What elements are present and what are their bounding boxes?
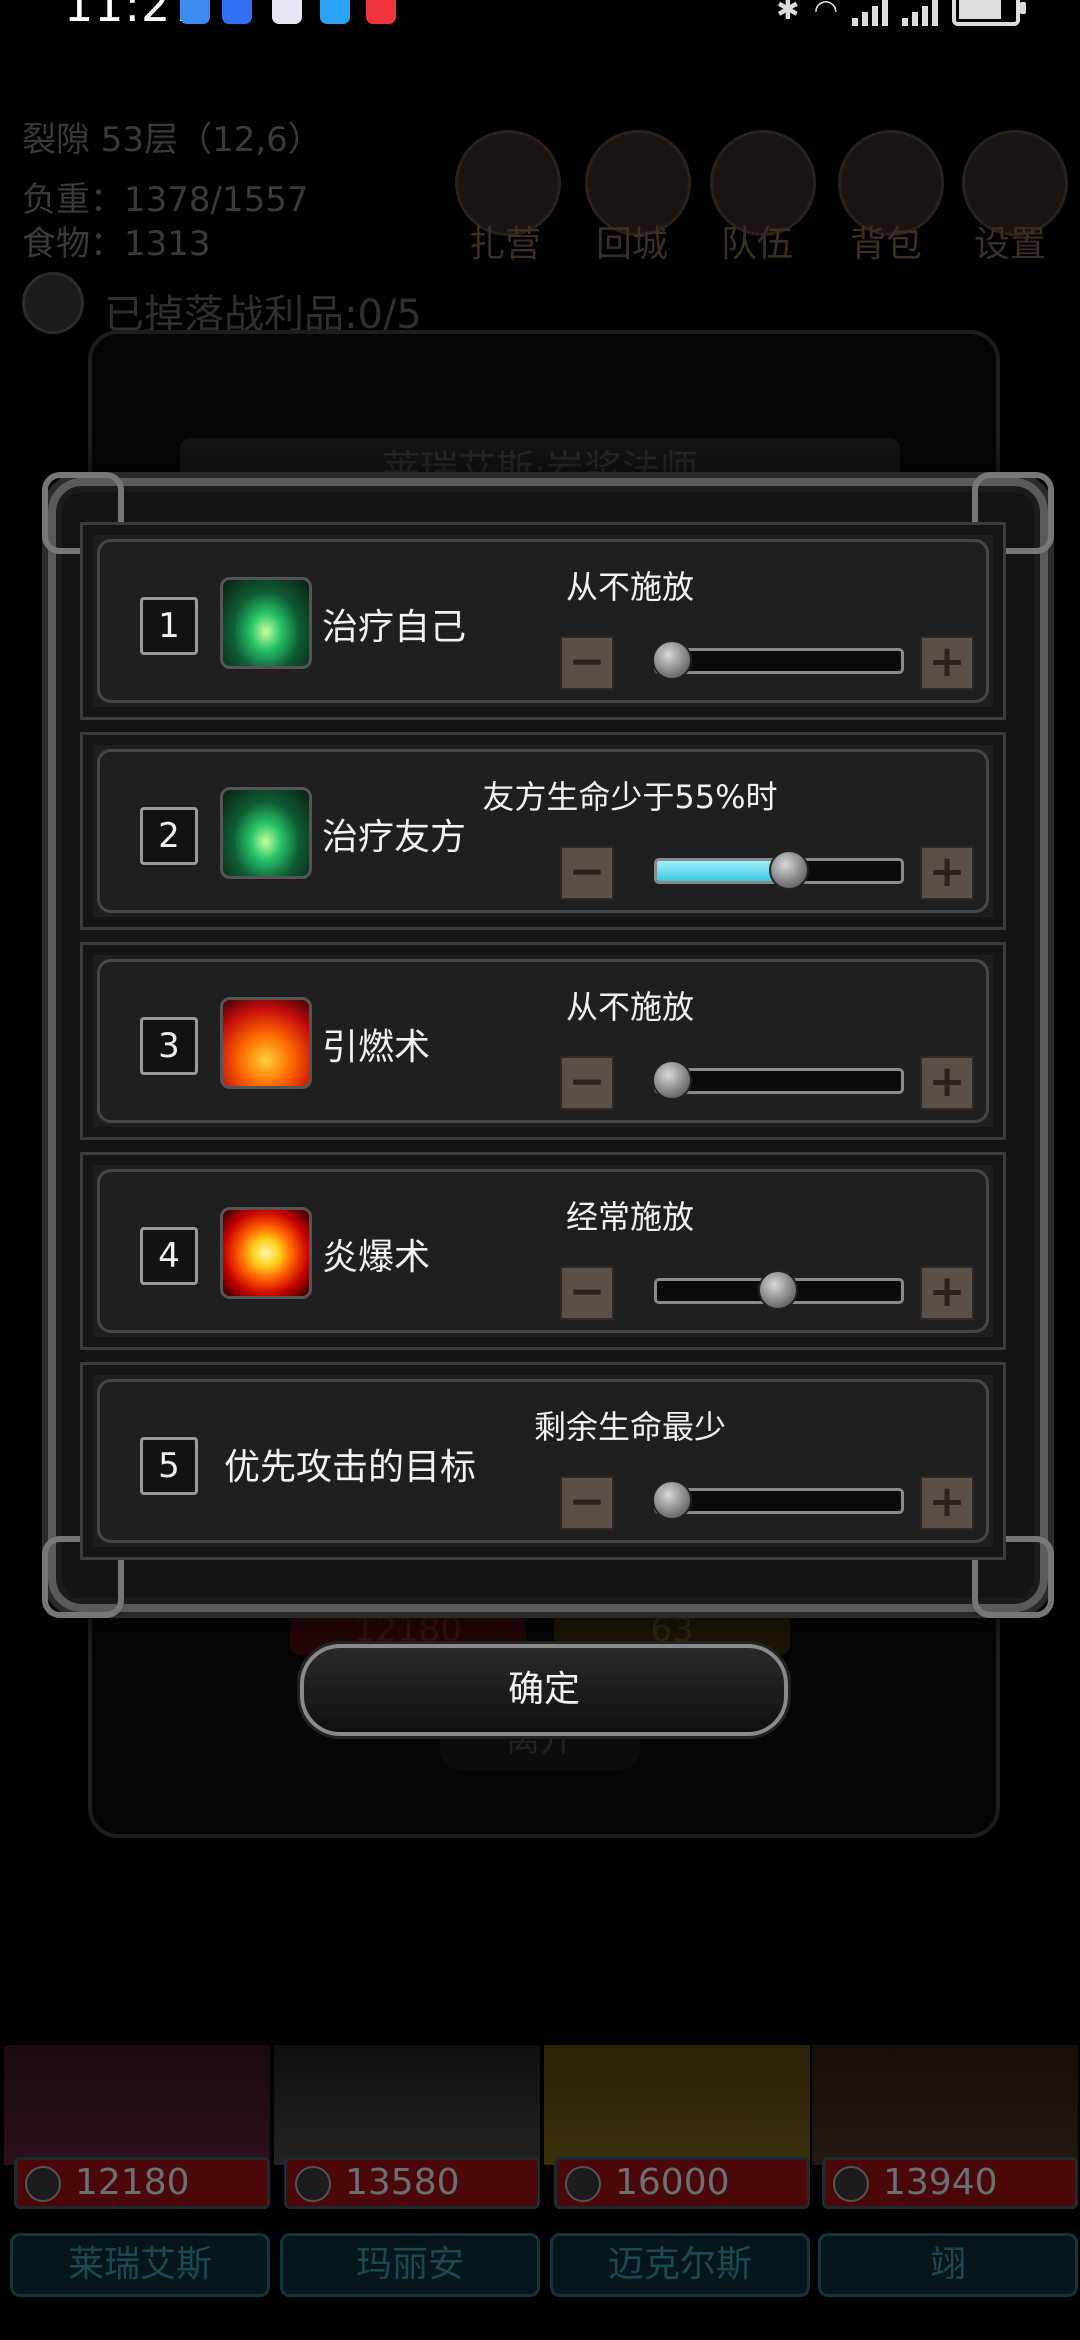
skill-name: 引燃术 (322, 1027, 431, 1068)
sword-icon (295, 2166, 331, 2202)
skill-row-panel: 2 治疗友方 友方生命少于55%时 − + (97, 749, 989, 913)
floor-info: 裂隙 53层（12,6） (22, 120, 322, 160)
cast-setting-label: 友方生命少于55%时 (482, 778, 778, 816)
hero-name: 翊 (818, 2233, 1078, 2297)
team-label: 队伍 (720, 224, 793, 265)
hero-card: 16000 迈克尔斯 (544, 2045, 810, 2315)
skill-row: 5 优先攻击的目标 剩余生命最少 − + (80, 1362, 1006, 1560)
backpack-label: 背包 (849, 224, 922, 265)
hero-hp: 12180 (75, 2162, 190, 2203)
sword-icon (25, 2166, 61, 2202)
skill-row: 3 引燃术 从不施放 − + (80, 942, 1006, 1140)
cast-setting-label: 从不施放 (565, 568, 694, 606)
increase-button[interactable]: + (920, 1476, 974, 1530)
hero-hp-bar: 16000 (554, 2157, 810, 2209)
skill-name: 治疗友方 (322, 817, 467, 858)
hero-name: 莱瑞艾斯 (10, 2233, 270, 2297)
skill-number: 1 (140, 597, 198, 655)
blast-icon (220, 1207, 312, 1299)
settings-label: 设置 (973, 224, 1046, 265)
decrease-button[interactable]: − (560, 636, 614, 690)
confirm-button[interactable]: 确定 (300, 1644, 788, 1736)
skill-name: 优先攻击的目标 (224, 1447, 477, 1488)
skill-number: 2 (140, 807, 198, 865)
cast-setting-label: 剩余生命最少 (533, 1408, 726, 1446)
slider-knob[interactable] (768, 850, 809, 890)
slider-knob[interactable] (758, 1270, 798, 1310)
slider-knob[interactable] (652, 1480, 692, 1520)
hero-hp: 16000 (615, 2162, 730, 2203)
food-info: 食物：1313 (22, 224, 211, 264)
hero-strip: 12180 莱瑞艾斯 13580 玛丽安 16000 迈克尔斯 13940 翊 (0, 2045, 1080, 2315)
cast-setting-label: 从不施放 (565, 988, 694, 1026)
skill-row-panel: 1 治疗自己 从不施放 − + (97, 539, 989, 703)
skill-row: 1 治疗自己 从不施放 − + (80, 522, 1006, 720)
skill-row: 2 治疗友方 友方生命少于55%时 − + (80, 732, 1006, 930)
skill-name: 炎爆术 (322, 1237, 431, 1278)
heal-icon (220, 787, 312, 879)
sword-icon (565, 2166, 601, 2202)
skill-list: 1 治疗自己 从不施放 − + 2 治疗友方 友方生命少于55%时 − + 3 … (80, 522, 1006, 1560)
decrease-button[interactable]: − (560, 1266, 614, 1320)
hero-portrait (812, 2045, 1078, 2165)
skill-settings-dialog: 1 治疗自己 从不施放 − + 2 治疗友方 友方生命少于55%时 − + 3 … (42, 472, 1054, 1618)
hero-card: 13940 翊 (812, 2045, 1078, 2315)
hero-hp-bar: 13940 (822, 2157, 1078, 2209)
skill-number: 4 (140, 1227, 198, 1285)
load-info: 负重：1378/1557 (22, 180, 309, 220)
hero-portrait (4, 2045, 270, 2165)
skill-name: 治疗自己 (322, 607, 467, 648)
increase-button[interactable]: + (920, 1266, 974, 1320)
loot-icon (22, 272, 84, 334)
decrease-button[interactable]: − (560, 846, 614, 900)
hero-portrait (544, 2045, 810, 2165)
hero-hp: 13940 (883, 2162, 998, 2203)
ignite-icon (220, 997, 312, 1089)
hero-portrait (274, 2045, 540, 2165)
sword-icon (833, 2166, 869, 2202)
hero-hp-bar: 12180 (14, 2157, 270, 2209)
hero-card: 12180 莱瑞艾斯 (4, 2045, 270, 2315)
return-town-label: 回城 (595, 224, 668, 265)
hero-card: 13580 玛丽安 (274, 2045, 540, 2315)
slider-knob[interactable] (652, 640, 692, 680)
cast-setting-label: 经常施放 (565, 1198, 694, 1236)
skill-row-panel: 4 炎爆术 经常施放 − + (97, 1169, 989, 1333)
increase-button[interactable]: + (920, 1056, 974, 1110)
skill-number: 5 (140, 1437, 198, 1495)
heal-icon (220, 577, 312, 669)
decrease-button[interactable]: − (560, 1056, 614, 1110)
skill-row: 4 炎爆术 经常施放 − + (80, 1152, 1006, 1350)
increase-button[interactable]: + (920, 846, 974, 900)
slider-knob[interactable] (652, 1060, 692, 1100)
hero-hp: 13580 (345, 2162, 460, 2203)
skill-number: 3 (140, 1017, 198, 1075)
hero-name: 迈克尔斯 (550, 2233, 810, 2297)
skill-row-panel: 3 引燃术 从不施放 − + (97, 959, 989, 1123)
skill-row-panel: 5 优先攻击的目标 剩余生命最少 − + (97, 1379, 989, 1543)
camp-label: 扎营 (468, 224, 541, 265)
increase-button[interactable]: + (920, 636, 974, 690)
decrease-button[interactable]: − (560, 1476, 614, 1530)
hero-name: 玛丽安 (280, 2233, 540, 2297)
hero-hp-bar: 13580 (284, 2157, 540, 2209)
